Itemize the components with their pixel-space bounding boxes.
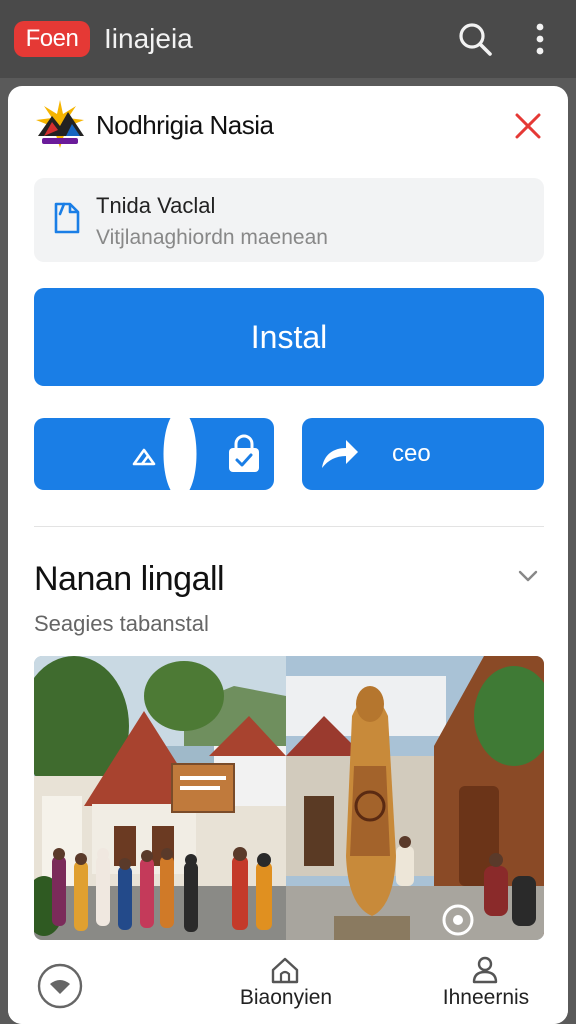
developer-logo-icon <box>30 96 90 156</box>
nav-label-middle[interactable]: Biaonyien <box>234 984 338 1012</box>
person-icon[interactable] <box>470 954 500 984</box>
developer-name: Nodhrigia Nasia <box>96 110 274 140</box>
search-icon[interactable] <box>456 20 494 58</box>
info-subtitle: Vitjlanaghiordn maenean <box>96 226 328 249</box>
chevron-down-icon[interactable] <box>516 564 540 588</box>
share-button[interactable]: ceo <box>302 418 544 490</box>
carved-statue-photo <box>286 656 544 940</box>
section-title: Nanan lingall <box>34 560 225 598</box>
share-arrow-icon <box>318 436 360 472</box>
install-sheet: Nodhrigia Nasia Tnida Vaclal Vitjlanaghi… <box>8 86 568 1024</box>
nav-label-right[interactable]: Ihneernis <box>432 984 540 1012</box>
install-button[interactable]: Instal <box>34 288 544 386</box>
secondary-action-button[interactable] <box>34 410 274 498</box>
lock-bag-icon <box>226 434 262 474</box>
info-title: Tnida Vaclal <box>96 193 216 218</box>
app-title: Iinajeia <box>104 23 193 54</box>
home-icon[interactable] <box>270 956 300 984</box>
share-label: ceo <box>392 440 431 467</box>
section-subtitle: Seagies tabanstal <box>34 611 209 636</box>
close-icon[interactable] <box>512 110 544 142</box>
document-icon <box>50 200 82 236</box>
app-badge[interactable]: Foen <box>14 21 90 57</box>
divider <box>34 526 544 527</box>
more-vert-icon[interactable] <box>526 20 554 58</box>
bottom-nav: Biaonyien Ihneernis <box>8 946 568 1024</box>
home-circle-icon[interactable] <box>36 962 84 1010</box>
village-gathering-photo <box>34 656 286 940</box>
hanger-icon <box>130 442 158 470</box>
screenshot-gallery[interactable] <box>34 656 544 940</box>
app-bar: Foen Iinajeia <box>0 0 576 78</box>
info-card[interactable]: Tnida Vaclal Vitjlanaghiordn maenean <box>34 178 544 262</box>
button-notch <box>163 410 197 498</box>
